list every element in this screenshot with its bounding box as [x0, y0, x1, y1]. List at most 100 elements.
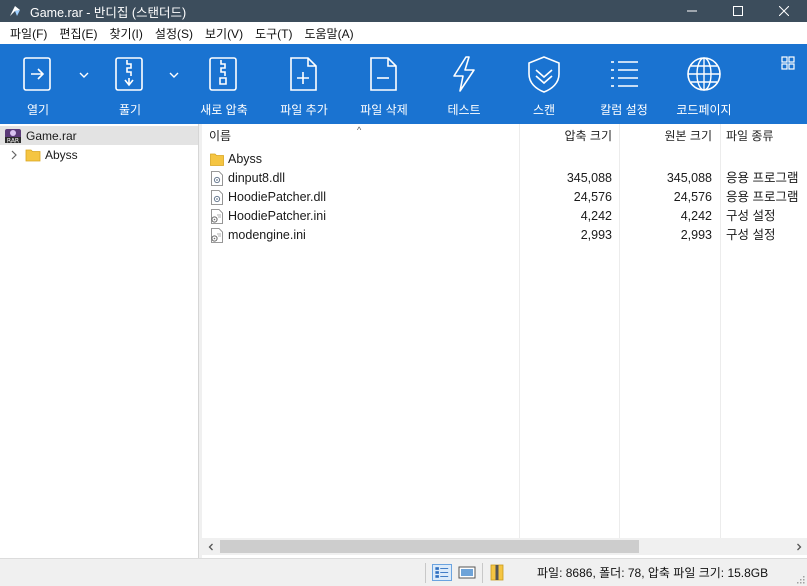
window-title: Game.rar - 반디집 (스탠더드) [30, 5, 187, 20]
status-bar: 파일: 8686, 폴더: 78, 압축 파일 크기: 15.8GB [0, 558, 807, 586]
file-list: 이름 ^ 압축 크기 원본 크기 파일 종류 Abyss dinput8.dll [202, 124, 807, 558]
chevron-right-icon [796, 543, 801, 550]
file-type: 구성 설정 [726, 209, 776, 223]
details-view-icon[interactable] [432, 564, 452, 581]
status-divider [482, 563, 483, 583]
close-icon [779, 6, 789, 16]
file-type: 응용 프로그램 [726, 190, 799, 204]
test-label: 테스트 [447, 103, 481, 117]
menu-file[interactable]: 파일(F) [4, 25, 53, 42]
folder-tree: RAR Game.rar Abyss [0, 124, 199, 558]
column-header-file-type[interactable]: 파일 종류 [726, 124, 774, 148]
rar-archive-icon: RAR [5, 128, 21, 144]
archive-info-icon[interactable] [487, 564, 507, 581]
open-dropdown-arrow-icon[interactable] [78, 70, 90, 80]
ini-file-icon [211, 209, 223, 224]
file-name: HoodiePatcher.ini [228, 209, 326, 223]
extract-button[interactable]: 풀기 [92, 44, 168, 124]
delete-file-button[interactable]: 파일 삭제 [346, 44, 422, 124]
status-divider [425, 563, 426, 583]
open-icon [23, 57, 51, 91]
column-settings-label: 칼럼 설정 [600, 103, 648, 117]
delete-file-icon [370, 57, 397, 91]
list-row[interactable]: Abyss [202, 150, 807, 169]
maximize-icon [733, 6, 743, 16]
menu-settings[interactable]: 설정(S) [149, 25, 199, 42]
file-name-cell: dinput8.dll [210, 169, 510, 188]
extract-label: 풀기 [118, 103, 142, 117]
codepage-label: 코드페이지 [676, 103, 732, 117]
file-name: modengine.ini [228, 228, 306, 242]
preview-pane-icon[interactable] [457, 564, 477, 581]
original-size: 345,088 [666, 171, 712, 185]
maximize-button[interactable] [715, 0, 761, 22]
menu-view[interactable]: 보기(V) [199, 25, 249, 42]
scan-label: 스캔 [532, 103, 556, 117]
scan-button[interactable]: 스캔 [506, 44, 582, 124]
svg-text:RAR: RAR [7, 137, 19, 144]
title-bar: Game.rar - 반디집 (스탠더드) [0, 0, 807, 22]
column-header-packed-size[interactable]: 압축 크기 [522, 124, 613, 148]
tree-item-root[interactable]: RAR Game.rar [0, 126, 198, 145]
chevron-right-icon[interactable] [9, 150, 19, 160]
scroll-right-button[interactable] [790, 538, 807, 555]
open-label: 열기 [26, 103, 50, 117]
tree-item-label: Abyss [45, 147, 78, 162]
packed-size: 4,242 [580, 209, 612, 223]
resize-grip-icon[interactable] [795, 574, 805, 584]
original-size: 2,993 [680, 228, 712, 242]
new-archive-icon [209, 57, 237, 91]
folder-icon [210, 153, 224, 166]
list-row[interactable]: HoodiePatcher.ini 4,242 4,242 구성 설정 [202, 207, 807, 226]
file-name: HoodiePatcher.dll [228, 190, 326, 204]
add-file-icon [290, 57, 317, 91]
minimize-button[interactable] [669, 0, 715, 22]
menu-help[interactable]: 도움말(A) [298, 25, 359, 42]
tree-item-abyss[interactable]: Abyss [0, 145, 198, 164]
minimize-icon [687, 10, 697, 12]
file-type: 구성 설정 [726, 228, 776, 242]
menu-edit[interactable]: 편집(E) [53, 25, 103, 42]
shield-icon [528, 56, 560, 93]
close-button[interactable] [761, 0, 807, 22]
file-name-cell: Abyss [210, 150, 510, 169]
add-file-button[interactable]: 파일 추가 [266, 44, 342, 124]
packed-size: 24,576 [573, 190, 612, 204]
list-icon [611, 61, 638, 87]
lightning-icon [453, 56, 475, 92]
menu-tools[interactable]: 도구(T) [249, 25, 298, 42]
extract-dropdown-arrow-icon[interactable] [168, 70, 180, 80]
open-button[interactable]: 열기 [0, 44, 76, 124]
ini-file-icon [211, 228, 223, 243]
delete-file-label: 파일 삭제 [360, 103, 408, 117]
menu-find[interactable]: 찾기(I) [103, 25, 148, 42]
status-summary: 파일: 8686, 폴더: 78, 압축 파일 크기: 15.8GB [537, 566, 769, 580]
menu-bar: 파일(F) 편집(E) 찾기(I) 설정(S) 보기(V) 도구(T) 도움말(… [0, 22, 807, 44]
column-settings-button[interactable]: 칼럼 설정 [586, 44, 662, 124]
test-button[interactable]: 테스트 [426, 44, 502, 124]
column-header-original-size[interactable]: 원본 크기 [622, 124, 713, 148]
file-name: dinput8.dll [228, 171, 285, 185]
packed-size: 345,088 [566, 171, 612, 185]
list-row[interactable]: HoodiePatcher.dll 24,576 24,576 응용 프로그램 [202, 188, 807, 207]
codepage-button[interactable]: 코드페이지 [666, 44, 742, 124]
dll-file-icon [211, 171, 223, 186]
file-type: 응용 프로그램 [726, 171, 799, 185]
scroll-left-button[interactable] [202, 538, 219, 555]
column-header-name[interactable]: 이름 [209, 124, 231, 148]
list-row[interactable]: modengine.ini 2,993 2,993 구성 설정 [202, 226, 807, 245]
list-row[interactable]: dinput8.dll 345,088 345,088 응용 프로그램 [202, 169, 807, 188]
file-name-cell: modengine.ini [210, 226, 510, 245]
toolbar: 열기 풀기 새로 압축 파일 추가 파일 삭제 테스트 스캔 칼럼 설정 코드페… [0, 44, 807, 124]
add-file-label: 파일 추가 [280, 103, 328, 117]
layout-grid-icon[interactable] [781, 56, 795, 70]
horizontal-scrollbar[interactable] [202, 538, 807, 555]
bandizip-app-icon [10, 6, 20, 16]
file-name: Abyss [228, 152, 263, 166]
list-header: 이름 ^ 압축 크기 원본 크기 파일 종류 [202, 124, 807, 148]
packed-size [522, 150, 612, 169]
extract-icon [115, 57, 143, 91]
new-archive-button[interactable]: 새로 압축 [186, 44, 262, 124]
scrollbar-thumb[interactable] [220, 540, 639, 553]
chevron-left-icon [208, 543, 213, 550]
